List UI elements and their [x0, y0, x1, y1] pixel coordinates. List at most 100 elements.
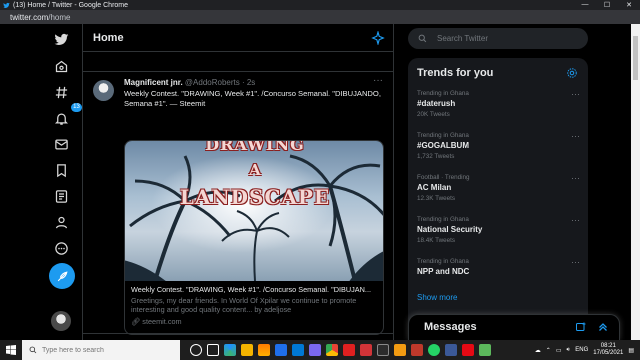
store-icon[interactable] [275, 344, 287, 356]
netflix-icon[interactable] [462, 344, 474, 356]
notifications-center-icon[interactable]: ▤ [628, 347, 634, 354]
whatsapp-icon[interactable] [428, 344, 440, 356]
trend-item[interactable]: Trending in Ghana #GOGALBUM 1,732 Tweets… [417, 131, 582, 160]
trend-more-icon[interactable]: ··· [571, 257, 580, 267]
scrollbar-thumb[interactable] [633, 36, 638, 80]
lists-icon[interactable] [51, 186, 71, 206]
app-icon-blue[interactable] [445, 344, 457, 356]
search-input[interactable] [437, 34, 567, 43]
battery-icon[interactable]: ▭ [556, 347, 562, 354]
trend-item[interactable]: Football · Trending AC Milan 12.3K Tweet… [417, 173, 582, 202]
trends-title: Trends for you [417, 67, 494, 79]
compose-tweet-button[interactable] [49, 263, 75, 289]
trend-context: Trending in Ghana [417, 216, 469, 223]
taskbar-search-input[interactable] [42, 346, 172, 354]
app-icon-box[interactable] [411, 344, 423, 356]
tweet[interactable]: Magnificent jnr. @AddoRoberts · 2s ··· W… [83, 71, 393, 335]
cloud-icon[interactable]: ☁︎ [535, 347, 541, 354]
notifications-badge: 13 [71, 103, 82, 112]
tweet-author-avatar[interactable] [93, 80, 114, 101]
tweet-handle-time[interactable]: @AddoRoberts · 2s [185, 78, 255, 87]
home-icon[interactable] [51, 56, 71, 76]
edge-icon[interactable] [224, 344, 236, 356]
trend-context: Football · Trending [417, 174, 470, 181]
card-image: DRAWING A LANDSCAPE [125, 141, 383, 281]
app-icon-red[interactable] [343, 344, 355, 356]
twitter-icon [3, 2, 10, 9]
image-text-line-2: A [249, 161, 261, 179]
start-button[interactable] [0, 340, 22, 360]
search-icon [418, 34, 427, 43]
app-icon-doc[interactable] [360, 344, 372, 356]
clock[interactable]: 08:21 17/05/2021 [593, 343, 623, 357]
sparkle-icon[interactable] [371, 31, 385, 45]
trend-more-icon[interactable]: ··· [571, 173, 580, 183]
bookmarks-icon[interactable] [51, 160, 71, 180]
taskbar-search[interactable] [22, 340, 180, 360]
chrome-icon[interactable] [326, 344, 338, 356]
trend-count: 12.3K Tweets [417, 195, 456, 202]
trend-name: AC Milan [417, 183, 452, 192]
messages-title: Messages [424, 321, 477, 333]
tweet-header: Magnificent jnr. @AddoRoberts · 2s [124, 78, 255, 87]
clock-time: 08:21 [600, 343, 616, 349]
more-options-icon[interactable] [51, 238, 71, 258]
notifications-bell-icon[interactable]: 13 [51, 103, 82, 128]
card-link-domain: steemit.com [142, 316, 182, 326]
search-icon [29, 346, 37, 354]
windows-logo-icon [6, 345, 16, 355]
file-explorer-icon[interactable] [241, 344, 253, 356]
minimize-button[interactable]: — [574, 1, 596, 9]
trend-more-icon[interactable]: ··· [571, 215, 580, 225]
mail-icon[interactable] [292, 344, 304, 356]
trend-more-icon[interactable]: ··· [571, 131, 580, 141]
messages-mail-icon[interactable] [51, 134, 71, 154]
tweet-author-name[interactable]: Magnificent jnr. [124, 78, 183, 87]
maximize-button[interactable]: ☐ [596, 1, 618, 9]
page-title: Home [93, 31, 124, 44]
card-link: 🔗︎ steemit.com [131, 317, 379, 327]
volume-icon[interactable]: 🔉︎ [567, 347, 571, 354]
timeline-header: Home [83, 24, 393, 52]
url-path: /home [48, 12, 71, 22]
new-message-icon[interactable] [575, 321, 587, 333]
chevron-up-icon[interactable] [597, 321, 609, 333]
trend-more-icon[interactable]: ··· [571, 89, 580, 99]
app-icon-dark[interactable] [377, 344, 389, 356]
trend-name: National Security [417, 225, 483, 234]
page-scrollbar[interactable] [631, 24, 640, 340]
settings-gear-icon[interactable] [566, 67, 578, 79]
tray-chevron-icon[interactable]: ⌃ [546, 347, 551, 354]
search-box[interactable] [408, 28, 588, 49]
card-description: Greetings, my dear friends. In World Of … [131, 295, 357, 315]
explore-icon[interactable] [51, 82, 71, 102]
image-text-line-1: DRAWING [205, 141, 305, 154]
twitter-logo-icon[interactable] [51, 29, 71, 49]
left-nav: 13 [40, 24, 82, 340]
right-sidebar: Trends for you Trending in Ghana #dateru… [408, 24, 620, 340]
vlc-icon[interactable] [258, 344, 270, 356]
link-card[interactable]: DRAWING A LANDSCAPE Weekly Contest. "DRA… [124, 140, 384, 335]
trend-count: 1,732 Tweets [417, 153, 455, 160]
image-text-line-3: LANDSCAPE [179, 185, 331, 209]
trend-context: Trending in Ghana [417, 90, 469, 97]
app-icon-orange[interactable] [394, 344, 406, 356]
messages-drawer[interactable]: Messages [408, 314, 620, 340]
card-body: Weekly Contest. "DRAWING, Week #1". /Con… [125, 281, 383, 334]
tweet-more-icon[interactable]: ··· [373, 75, 383, 86]
app-icon-green[interactable] [479, 344, 491, 356]
show-more-link[interactable]: Show more [417, 293, 457, 302]
account-avatar[interactable] [51, 311, 71, 331]
address-bar[interactable]: twitter.com/home [0, 10, 640, 24]
profile-icon[interactable] [51, 212, 71, 232]
cortana-icon[interactable] [190, 344, 202, 356]
url-host: twitter.com [10, 12, 49, 22]
task-view-icon[interactable] [207, 344, 219, 356]
trend-item[interactable]: Trending in Ghana National Security 18.4… [417, 215, 582, 244]
trend-item[interactable]: Trending in Ghana #daterush 20K Tweets ·… [417, 89, 582, 118]
trend-item[interactable]: Trending in Ghana NPP and NDC ··· [417, 257, 582, 276]
timeline: Home Magnificent jnr. @AddoRoberts · 2s … [82, 24, 394, 340]
language-indicator[interactable]: ENG [575, 347, 588, 353]
messenger-icon[interactable] [309, 344, 321, 356]
close-button[interactable]: ✕ [618, 1, 640, 9]
